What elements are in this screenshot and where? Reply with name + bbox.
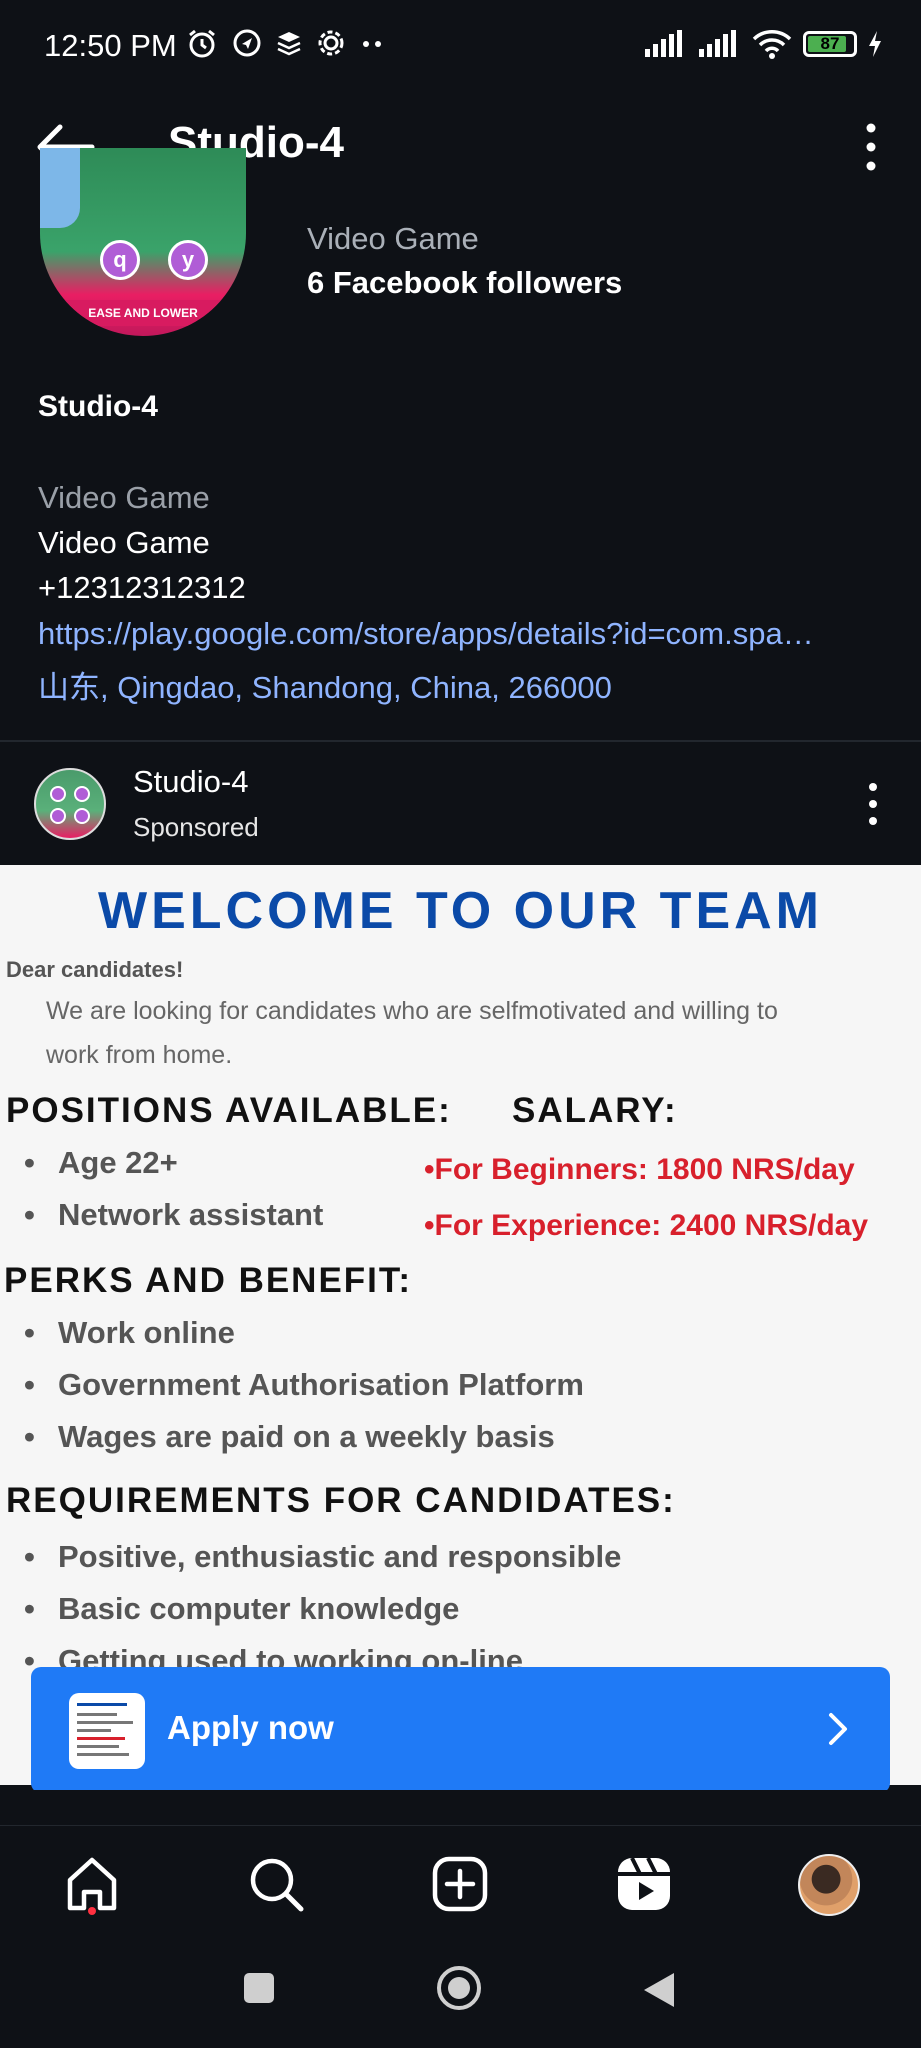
create-icon[interactable] xyxy=(430,1854,490,1914)
list-item: Age 22+ xyxy=(24,1145,323,1197)
ad-image[interactable]: WELCOME TO OUR TEAM Dear candidates! We … xyxy=(0,865,921,1785)
wifi-icon xyxy=(752,30,792,59)
salary-list: For Beginners: 1800 NRS/day For Experien… xyxy=(424,1153,869,1265)
divider xyxy=(0,740,921,742)
list-item: Basic computer knowledge xyxy=(24,1591,621,1643)
salary-heading: SALARY: xyxy=(512,1091,678,1130)
ad-intro: We are looking for candidates who are se… xyxy=(46,997,778,1069)
settings-icon xyxy=(318,30,344,56)
charging-icon xyxy=(869,31,881,57)
signal-icon xyxy=(699,30,736,57)
search-icon[interactable] xyxy=(246,1854,306,1914)
back-button-icon[interactable] xyxy=(642,1971,676,2009)
home-button-icon[interactable] xyxy=(436,1965,482,2011)
website-link[interactable]: https://play.google.com/store/apps/detai… xyxy=(38,616,888,652)
list-item: Work online xyxy=(24,1315,584,1367)
requirements-heading: REQUIREMENTS FOR CANDIDATES: xyxy=(6,1481,676,1520)
recents-button-icon[interactable] xyxy=(242,1971,276,2005)
system-navigation-bar xyxy=(0,1935,921,2048)
apply-now-button[interactable]: Apply now xyxy=(31,1667,890,1793)
status-bar: 12:50 PM 87 xyxy=(0,0,921,90)
apply-now-label: Apply now xyxy=(167,1709,334,1746)
phone-number[interactable]: +12312312312 xyxy=(38,570,246,606)
character-figure xyxy=(40,148,80,228)
page-name: Studio-4 xyxy=(38,390,158,423)
letter-bubble: y xyxy=(168,240,208,280)
profile-picture[interactable]: q y EASE AND LOWER xyxy=(40,148,246,336)
list-item: For Experience: 2400 NRS/day xyxy=(424,1209,869,1265)
perks-list: Work online Government Authorisation Pla… xyxy=(24,1315,584,1471)
profile-category: Video Game xyxy=(307,221,479,256)
home-icon[interactable] xyxy=(62,1854,122,1914)
navigation-icon xyxy=(233,29,261,57)
post-author[interactable]: Studio-4 xyxy=(133,764,248,800)
list-item: Wages are paid on a weekly basis xyxy=(24,1419,584,1471)
category-value: Video Game xyxy=(38,525,210,560)
signal-icon xyxy=(645,30,682,57)
letter-bubble: q xyxy=(100,240,140,280)
post-avatar[interactable] xyxy=(34,768,106,840)
battery-percentage: 87 xyxy=(820,34,840,53)
status-icons-left xyxy=(186,28,384,60)
picture-strip: EASE AND LOWER xyxy=(40,300,246,326)
address-link[interactable]: 山东, Qingdao, Shandong, China, 266000 xyxy=(38,662,612,707)
status-icons-right: 87 xyxy=(643,28,883,60)
post-actions-strip xyxy=(0,1790,921,1818)
layers-icon xyxy=(277,32,301,56)
notification-dot xyxy=(88,1907,96,1915)
list-item: For Beginners: 1800 NRS/day xyxy=(424,1153,868,1209)
positions-heading: POSITIONS AVAILABLE: xyxy=(6,1091,452,1130)
ad-thumbnail xyxy=(69,1693,145,1769)
ad-title: WELCOME TO OUR TEAM xyxy=(97,882,823,940)
battery-icon: 87 xyxy=(803,31,857,57)
positions-list: Age 22+ Network assistant xyxy=(24,1145,323,1249)
sponsored-label: Sponsored xyxy=(133,812,259,842)
chevron-right-icon xyxy=(829,1713,847,1745)
category-label: Video Game xyxy=(38,480,210,515)
more-notifications-icon xyxy=(363,41,381,47)
alarm-icon xyxy=(189,29,215,58)
bottom-navigation xyxy=(0,1825,921,1935)
status-time: 12:50 PM xyxy=(44,28,177,63)
profile-avatar[interactable] xyxy=(798,1854,860,1916)
profile-followers: 6 Facebook followers xyxy=(307,265,623,300)
more-vertical-icon[interactable] xyxy=(865,782,881,826)
perks-heading: PERKS AND BENEFIT: xyxy=(4,1261,413,1300)
list-item: Government Authorisation Platform xyxy=(24,1367,584,1419)
more-vertical-icon[interactable] xyxy=(861,122,881,172)
reels-icon[interactable] xyxy=(614,1854,674,1914)
list-item: Network assistant xyxy=(24,1197,323,1249)
list-item: Positive, enthusiastic and responsible xyxy=(24,1539,621,1591)
ad-greeting: Dear candidates! xyxy=(6,957,184,982)
